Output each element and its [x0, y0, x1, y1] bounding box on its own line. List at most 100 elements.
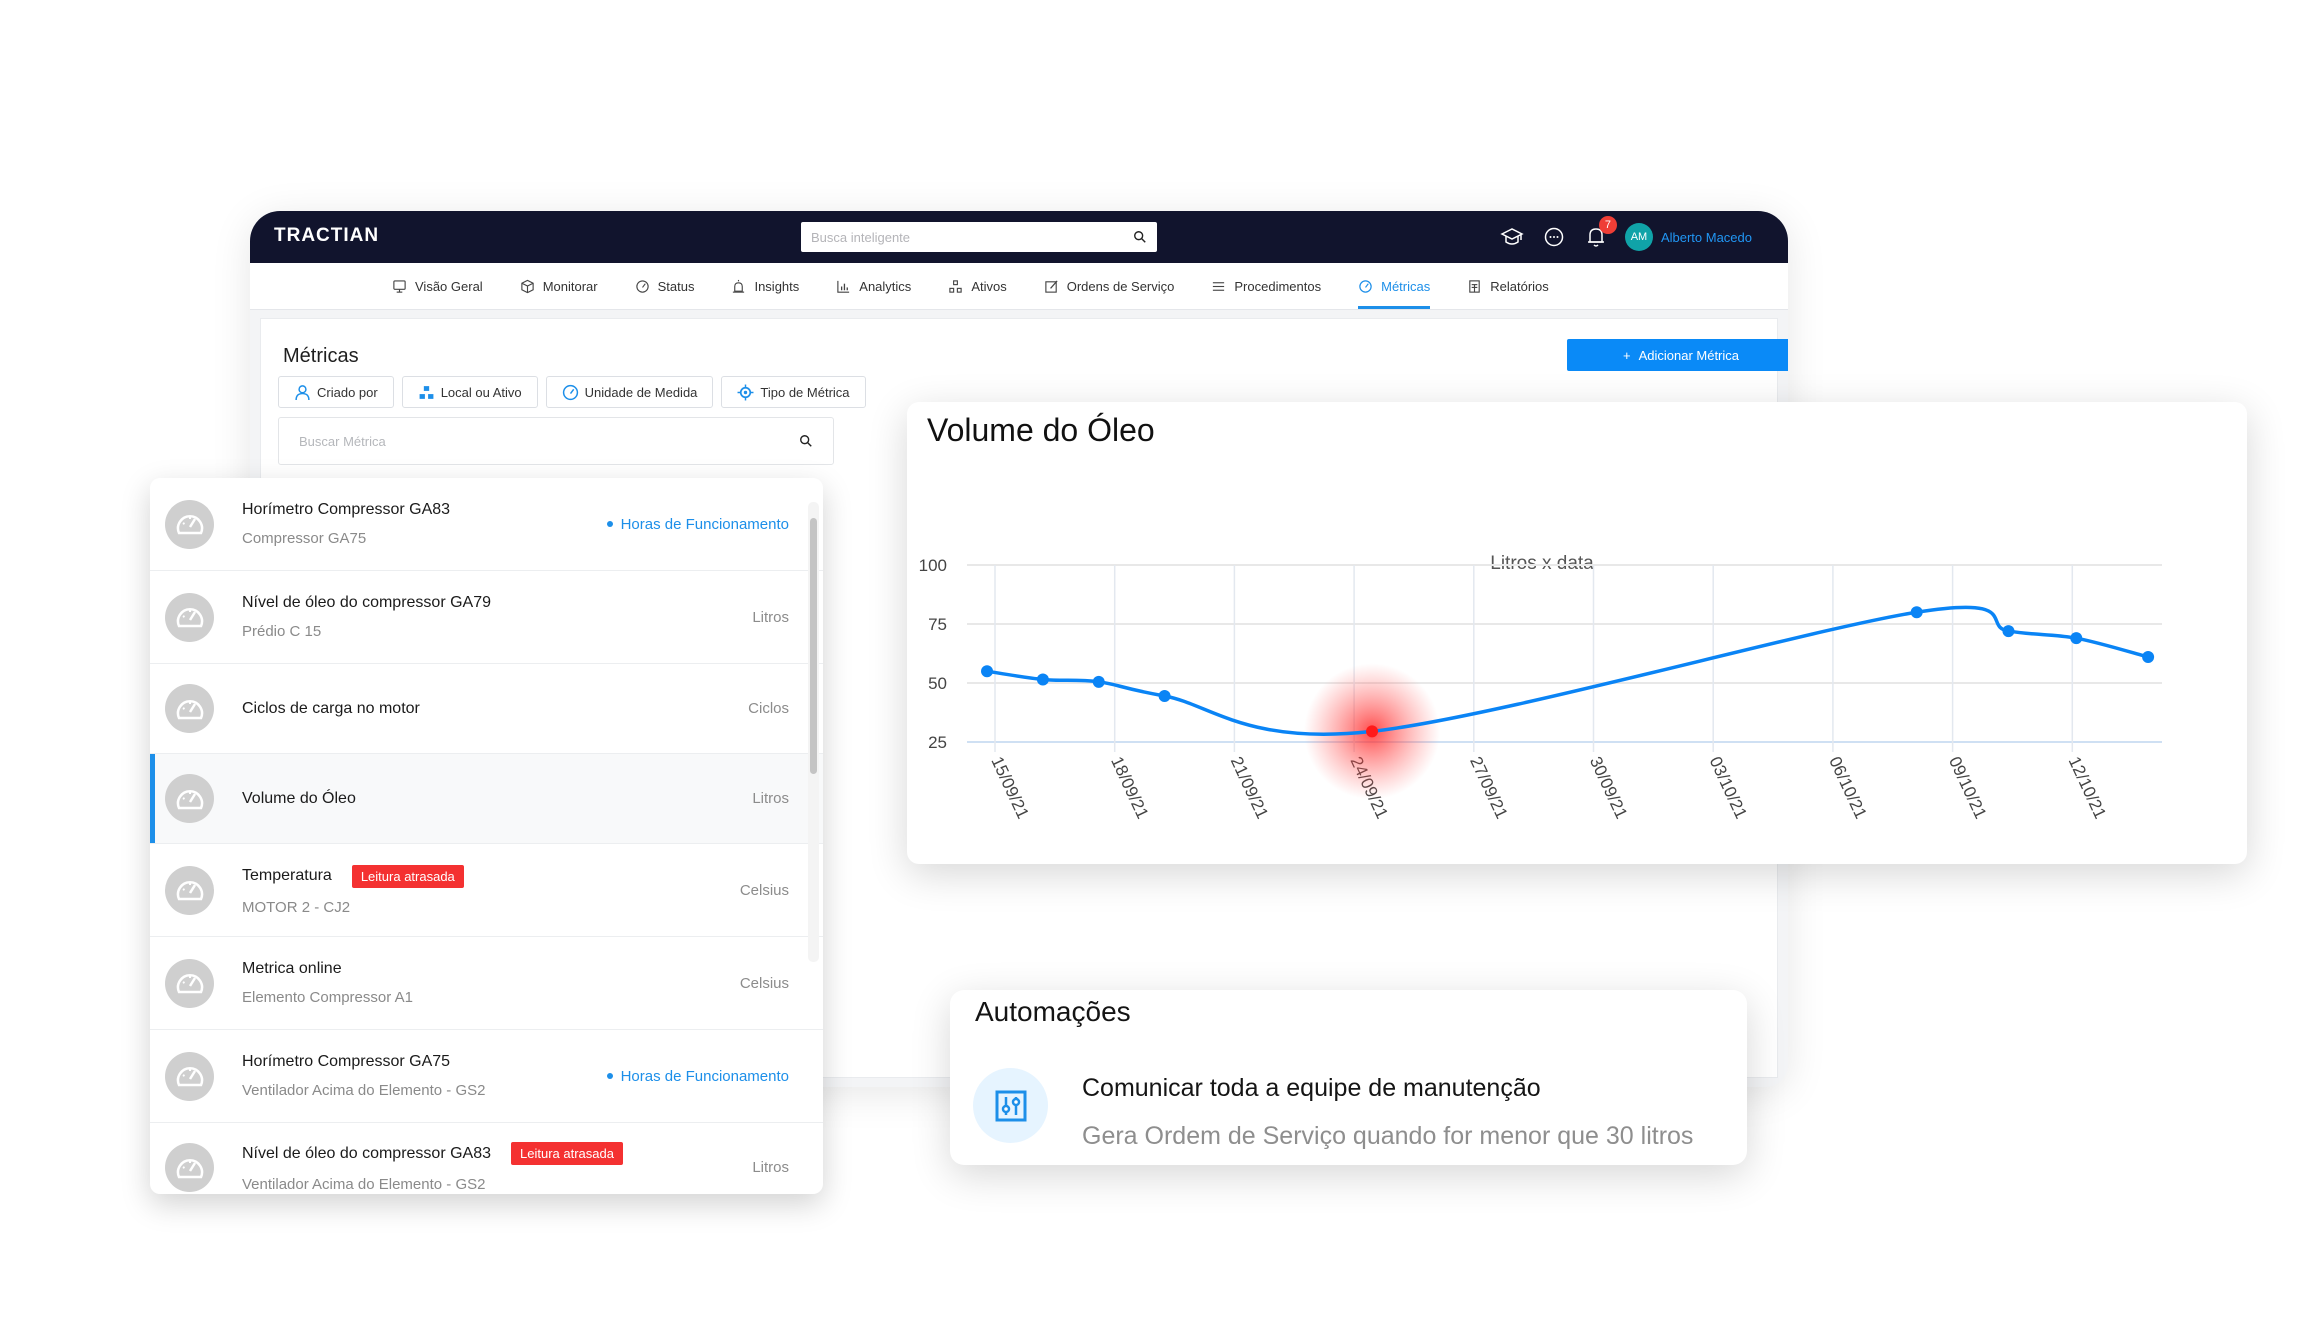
nav-item-monitorar[interactable]: Monitorar — [520, 263, 598, 309]
smart-search-box[interactable] — [801, 222, 1157, 252]
x-tick-label: 21/09/21 — [1227, 754, 1272, 822]
nav-item-procedimentos[interactable]: Procedimentos — [1211, 263, 1321, 309]
filter-unit[interactable]: Unidade de Medida — [545, 376, 714, 408]
data-point[interactable] — [1036, 673, 1049, 686]
sliders-icon — [973, 1068, 1048, 1143]
nav-label: Métricas — [1381, 278, 1431, 294]
x-tick-label: 15/09/21 — [987, 754, 1032, 822]
nav-label: Status — [657, 278, 695, 294]
metric-title: Temperatura — [242, 867, 332, 884]
nav-item-analytics[interactable]: Analytics — [836, 263, 911, 309]
graduation-cap-icon[interactable] — [1499, 224, 1525, 250]
filter-created-by[interactable]: Criado por — [278, 376, 394, 408]
metric-subtitle: Elemento Compressor A1 — [242, 989, 413, 1006]
user-icon — [295, 384, 310, 400]
series-line-litros — [986, 605, 2149, 736]
gauge-icon — [165, 592, 214, 642]
metric-list-item[interactable]: Temperatura Leitura atrasada MOTOR 2 - CJ… — [150, 844, 823, 937]
nav-label: Visão Geral — [415, 278, 483, 294]
data-point[interactable] — [2142, 651, 2155, 664]
scrollbar-thumb[interactable] — [810, 518, 817, 774]
gauge-icon — [1359, 279, 1372, 293]
metric-subtitle: Ventilador Acima do Elemento - GS2 — [242, 1082, 486, 1099]
nav-label: Insights — [754, 278, 800, 294]
metric-title: Nível de óleo do compressor GA79 — [242, 594, 492, 611]
nav-item-relatorios[interactable]: Relatórios — [1467, 263, 1549, 309]
data-point[interactable] — [2070, 632, 2083, 645]
data-point[interactable] — [1158, 689, 1171, 702]
metric-unit: Ciclos — [748, 700, 789, 717]
data-point[interactable] — [981, 665, 994, 678]
metric-unit: Litros — [752, 790, 789, 807]
nav-item-insights[interactable]: Insights — [731, 263, 799, 309]
tractian-logo[interactable]: TRACTIAN — [274, 225, 379, 247]
data-point[interactable] — [1910, 606, 1923, 619]
edit-icon — [1045, 279, 1058, 293]
metric-title: Nível de óleo do compressor GA83 — [242, 1144, 492, 1162]
nav-item-ordens-de-servico[interactable]: Ordens de Serviço — [1044, 263, 1175, 309]
search-icon[interactable] — [799, 434, 813, 448]
filter-label: Unidade de Medida — [584, 384, 698, 400]
y-tick-label: 25 — [928, 733, 947, 752]
page-title: Métricas — [283, 345, 359, 367]
automations-card: Automações Comunicar toda a equipe de ma… — [950, 990, 1747, 1165]
metric-title: Ciclos de carga no motor — [242, 699, 420, 717]
list-icon — [1213, 281, 1225, 291]
metric-list-item[interactable]: Nível de óleo do compressor GA83 Leitura … — [150, 1123, 823, 1194]
metric-unit-label: Litros — [752, 1159, 789, 1176]
filter-metric-type[interactable]: Tipo de Métrica — [721, 376, 866, 408]
smart-search-input[interactable] — [811, 229, 1133, 245]
filter-label: Tipo de Métrica — [760, 384, 850, 400]
user-name-link[interactable]: Alberto Macedo — [1661, 230, 1752, 245]
status-dot-icon — [606, 1073, 613, 1079]
data-point[interactable] — [2002, 625, 2015, 638]
add-metric-button[interactable]: + Adicionar Métrica — [1567, 339, 1788, 371]
nav-item-ativos[interactable]: Ativos — [948, 263, 1007, 309]
oil-volume-chart: Litros x data 100 75 50 25 15/09/21 18/09/21 2… — [919, 553, 2162, 822]
data-point-highlighted[interactable] — [1366, 725, 1379, 738]
metric-subtitle: Ventilador Acima do Elemento - GS2 — [242, 1176, 486, 1193]
filter-bar: Criado por Local ou Ativo Unidade de Med… — [278, 376, 866, 408]
cube-icon — [521, 279, 534, 293]
metric-unit-label: Horas de Funcionamento — [620, 1067, 789, 1085]
metric-list-item[interactable]: Nível de óleo do compressor GA79 Prédio … — [150, 571, 823, 664]
metric-title: Horímetro Compressor GA75 — [242, 1053, 451, 1070]
chart-title: Litros x data — [1490, 553, 1594, 574]
metric-unit-label: Litros — [752, 790, 789, 807]
x-tick-label: 03/10/21 — [1706, 754, 1751, 822]
metric-search-input[interactable] — [299, 433, 799, 449]
metric-subtitle: MOTOR 2 - CJ2 — [242, 898, 351, 916]
metric-list-item[interactable]: Horímetro Compressor GA75 Ventilador Aci… — [150, 1030, 823, 1123]
chat-icon[interactable] — [1541, 224, 1567, 250]
automation-item-title[interactable]: Comunicar toda a equipe de manutenção — [1082, 1074, 1541, 1103]
gauge-icon — [635, 279, 649, 293]
metric-unit: Horas de Funcionamento — [606, 516, 789, 533]
nav-item-status[interactable]: Status — [635, 263, 695, 309]
search-icon[interactable] — [1133, 230, 1147, 244]
nav-label: Analytics — [859, 278, 912, 294]
metric-search-box[interactable] — [278, 417, 834, 465]
report-icon — [1469, 279, 1480, 293]
filter-location-asset[interactable]: Local ou Ativo — [401, 376, 538, 408]
metric-unit-label: Celsius — [739, 881, 789, 899]
metric-list-item[interactable]: Metrica online Elemento Compressor A1 Ce… — [150, 937, 823, 1030]
metric-list-item[interactable]: Horímetro Compressor GA83 Compressor GA7… — [150, 478, 823, 571]
notifications-bell-icon[interactable]: 7 — [1583, 216, 1617, 250]
nav-label: Relatórios — [1490, 278, 1549, 294]
metric-unit: Horas de Funcionamento — [606, 1067, 789, 1085]
metric-title: Volume do Óleo — [242, 789, 356, 807]
nav-item-visao-geral[interactable]: Visão Geral — [392, 263, 483, 309]
main-nav: Visão Geral Monitorar Status Insights An… — [250, 263, 1788, 310]
hierarchy-icon — [949, 279, 962, 293]
metric-list-item[interactable]: Volume do Óleo Litros — [150, 754, 823, 844]
nav-label: Ordens de Serviço — [1066, 278, 1175, 294]
data-point[interactable] — [1092, 675, 1105, 688]
nav-label: Monitorar — [542, 278, 598, 294]
x-tick-label: 12/10/21 — [2065, 754, 2110, 822]
metric-list-item[interactable]: Ciclos de carga no motor Ciclos — [150, 664, 823, 754]
metric-unit-label: Celsius — [739, 974, 789, 992]
nav-item-metricas[interactable]: Métricas — [1358, 263, 1431, 309]
metric-unit: Celsius — [740, 975, 789, 992]
user-avatar[interactable]: AM — [1624, 223, 1653, 251]
metric-unit-label: Ciclos — [748, 700, 789, 717]
